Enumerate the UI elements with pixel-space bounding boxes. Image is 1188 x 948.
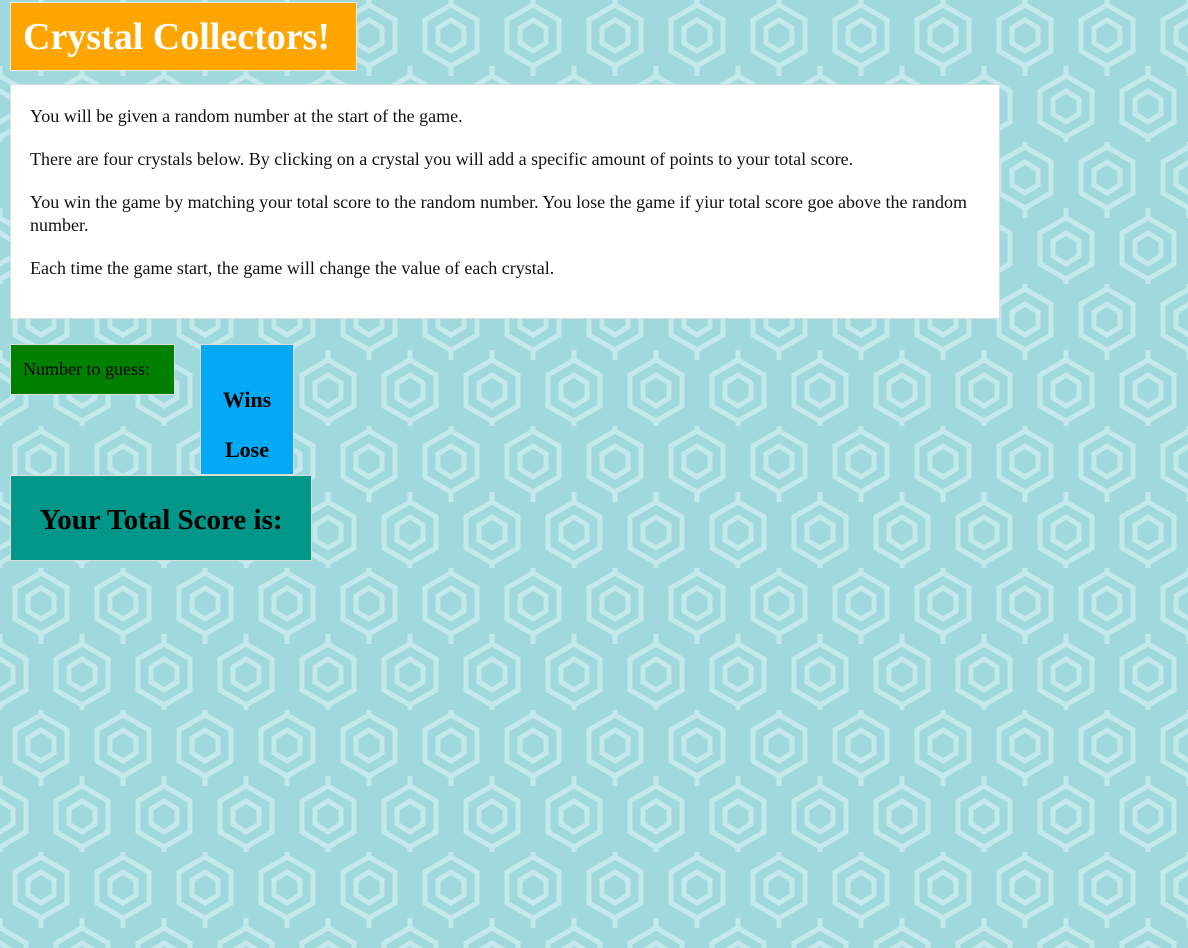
instruction-paragraph: Each time the game start, the game will … <box>30 258 555 278</box>
instructions-panel: You will be given a random number at the… <box>10 84 1000 319</box>
lose-label: Lose <box>225 437 269 462</box>
total-score-label: Your Total Score is: <box>39 504 283 536</box>
number-to-guess-label: Number to guess: <box>23 359 150 379</box>
instruction-paragraph: You will be given a random number at the… <box>30 106 463 126</box>
title-banner: Crystal Collectors! <box>10 2 357 71</box>
instruction-paragraph: You win the game by matching your total … <box>30 192 967 235</box>
win-loss-box: Wins Lose <box>200 344 294 475</box>
total-score-box: Your Total Score is: <box>10 475 312 561</box>
wins-label: Wins <box>222 387 272 412</box>
instruction-paragraph: There are four crystals below. By clicki… <box>30 149 854 169</box>
page-title: Crystal Collectors! <box>23 16 331 58</box>
number-to-guess-box: Number to guess: <box>10 344 175 395</box>
